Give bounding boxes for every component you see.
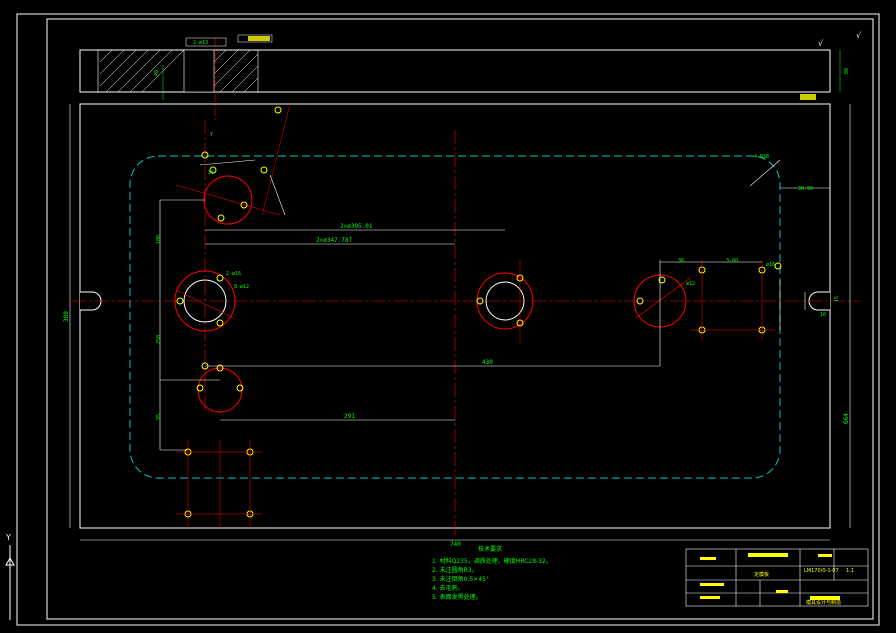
dim-side-10: 10 <box>820 312 826 318</box>
note-5: 5. 表面发黑处理。 <box>432 593 482 601</box>
title-company: 模具设计与制造 <box>806 599 841 606</box>
dim-right-418: ø16 <box>766 262 775 268</box>
dim-430: 430 <box>482 359 493 366</box>
section-view: 2-ø13 40 80 √ √ <box>79 31 862 120</box>
dim-291: 291 <box>344 413 355 420</box>
cad-drawing-canvas[interactable]: 2-ø13 40 80 √ √ 2×ø395.01 2×ø347.787 430… <box>0 0 896 633</box>
dim-95: 95 <box>156 414 162 420</box>
dimension-lines <box>69 104 851 541</box>
dim-right-36: 36 <box>678 258 684 264</box>
general-roughness-mark: √ <box>856 31 862 40</box>
note-1: 1. 材料Q235，调质处理，硬度HRC28-32。 <box>432 557 552 565</box>
note-3: 3. 未注倒角0.5×45° <box>432 575 489 583</box>
drawing-frame <box>46 18 874 620</box>
dim-corner-r: 4-R38 <box>754 154 769 160</box>
section-dim-80: 80 <box>844 68 850 74</box>
dim-right-16: ø12 <box>686 281 695 287</box>
dim-347: 2×ø347.787 <box>316 237 353 244</box>
dim-side-15: 15 <box>834 296 840 302</box>
notes-title: 技术要求 <box>478 545 502 553</box>
dim-height-total: 380 <box>63 311 70 322</box>
sheet-border <box>16 13 880 626</box>
surface-roughness-mark: √ <box>818 39 824 48</box>
title-scale: 1:1 <box>846 568 854 574</box>
hole-lower <box>197 367 243 413</box>
dim-width-total: 740 <box>450 541 461 548</box>
title-part-name: 定模板 <box>754 571 769 578</box>
note-4: 4. 去毛刺。 <box>432 584 464 592</box>
dim-30-99: 30.99 <box>798 186 813 192</box>
dim-inner-height: 664 <box>843 413 850 424</box>
dim-100: 100 <box>156 235 162 244</box>
dim-250: 250 <box>156 335 162 344</box>
dim-8-12: 8-ø12 <box>234 284 249 290</box>
axis-y-local: Y <box>210 132 213 138</box>
dim-395: 2×ø395.01 <box>340 223 373 230</box>
top-hole-dim: 2-ø13 <box>193 40 208 46</box>
section-dim-40: 40 <box>154 70 160 76</box>
dim-36: 36 <box>208 170 214 176</box>
technical-notes: 技术要求 1. 材料Q235，调质处理，硬度HRC28-32。 2. 未注圆角R… <box>432 545 552 601</box>
ucs-axis-icon: Y <box>5 533 15 620</box>
title-code: LM170/0-1-07 <box>804 568 839 574</box>
dim-2-16: 2-ø16 <box>226 271 241 277</box>
note-2: 2. 未注圆角R3。 <box>432 566 478 574</box>
dim-3-60: 3-60 <box>726 258 738 264</box>
ucs-y-label: Y <box>5 533 11 542</box>
